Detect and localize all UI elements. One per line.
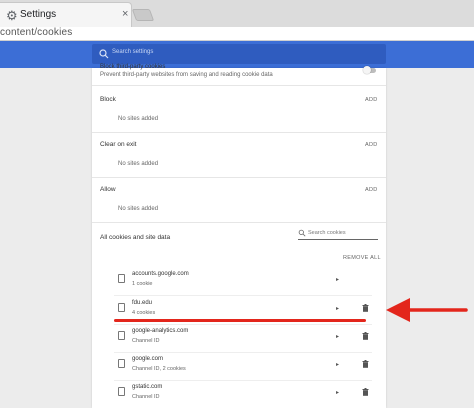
divider	[92, 85, 386, 86]
cookie-site-detail: Channel ID	[132, 394, 160, 400]
annotation-arrow-icon	[386, 298, 468, 322]
tab-strip: ⚙ Settings ×	[0, 0, 474, 27]
third-party-toggle[interactable]	[363, 66, 376, 74]
cookie-row[interactable]: google.com Channel ID, 2 cookies ▸	[114, 352, 372, 380]
toggle-knob	[363, 66, 371, 74]
tab-settings[interactable]: ⚙ Settings ×	[0, 2, 132, 27]
cookies-settings-card: Block third-party cookies Prevent third-…	[92, 64, 386, 408]
divider	[92, 177, 386, 178]
block-label: Block	[100, 96, 116, 103]
cookie-row[interactable]: google-analytics.com Channel ID ▸	[114, 324, 372, 352]
search-icon	[298, 229, 306, 237]
cookie-site-name: accounts.google.com	[132, 271, 189, 277]
file-icon	[118, 387, 125, 396]
arrow-right-icon[interactable]: ▸	[336, 361, 339, 368]
remove-all-button[interactable]: REMOVE ALL	[343, 255, 381, 261]
cookie-site-detail: Channel ID	[132, 338, 160, 344]
annotation-underline	[114, 319, 366, 322]
cookie-site-name: gstatic.com	[132, 384, 163, 390]
clear-on-exit-empty-text: No sites added	[118, 161, 159, 167]
trash-icon[interactable]	[362, 360, 369, 368]
search-input[interactable]: Search settings	[92, 44, 386, 64]
cookie-site-name: google-analytics.com	[132, 328, 189, 334]
cookie-search-input[interactable]: Search cookies	[298, 229, 378, 240]
third-party-title: Block third-party cookies	[100, 64, 166, 70]
divider	[92, 222, 386, 223]
arrow-right-icon[interactable]: ▸	[336, 276, 339, 283]
search-icon	[99, 49, 109, 59]
allow-label: Allow	[100, 186, 116, 193]
clear-on-exit-add-button[interactable]: ADD	[365, 142, 378, 148]
address-bar[interactable]: content/cookies	[0, 27, 474, 41]
tab-title: Settings	[20, 9, 57, 20]
cookie-site-detail: Channel ID, 2 cookies	[132, 366, 186, 372]
trash-icon[interactable]	[362, 304, 369, 312]
cookie-site-detail: 4 cookies	[132, 310, 156, 316]
url-text: content/cookies	[0, 27, 73, 38]
cookie-row[interactable]: gstatic.com Channel ID ▸	[114, 380, 372, 408]
file-icon	[118, 331, 125, 340]
trash-icon[interactable]	[362, 332, 369, 340]
arrow-right-icon[interactable]: ▸	[336, 305, 339, 312]
cookie-site-name: google.com	[132, 356, 164, 362]
arrow-right-icon[interactable]: ▸	[336, 389, 339, 396]
allow-add-button[interactable]: ADD	[365, 187, 378, 193]
block-empty-text: No sites added	[118, 116, 159, 122]
trash-icon[interactable]	[362, 388, 369, 396]
arrow-right-icon[interactable]: ▸	[336, 333, 339, 340]
clear-on-exit-label: Clear on exit	[100, 141, 137, 148]
allow-empty-text: No sites added	[118, 206, 159, 212]
search-placeholder: Search settings	[112, 49, 154, 55]
cookie-site-name: fdu.edu	[132, 300, 153, 306]
gear-icon: ⚙	[6, 8, 18, 23]
file-icon	[118, 274, 125, 283]
divider	[92, 132, 386, 133]
file-icon	[118, 359, 125, 368]
close-icon[interactable]: ×	[122, 8, 128, 20]
cookie-site-detail: 1 cookie	[132, 281, 153, 287]
all-cookies-label: All cookies and site data	[100, 234, 171, 241]
cookie-row[interactable]: accounts.google.com 1 cookie ▸	[114, 267, 372, 295]
block-add-button[interactable]: ADD	[365, 97, 378, 103]
third-party-description: Prevent third-party websites from saving…	[100, 72, 273, 78]
new-tab-button[interactable]	[131, 9, 155, 21]
cookie-search-placeholder: Search cookies	[308, 230, 346, 236]
file-icon	[118, 303, 125, 312]
